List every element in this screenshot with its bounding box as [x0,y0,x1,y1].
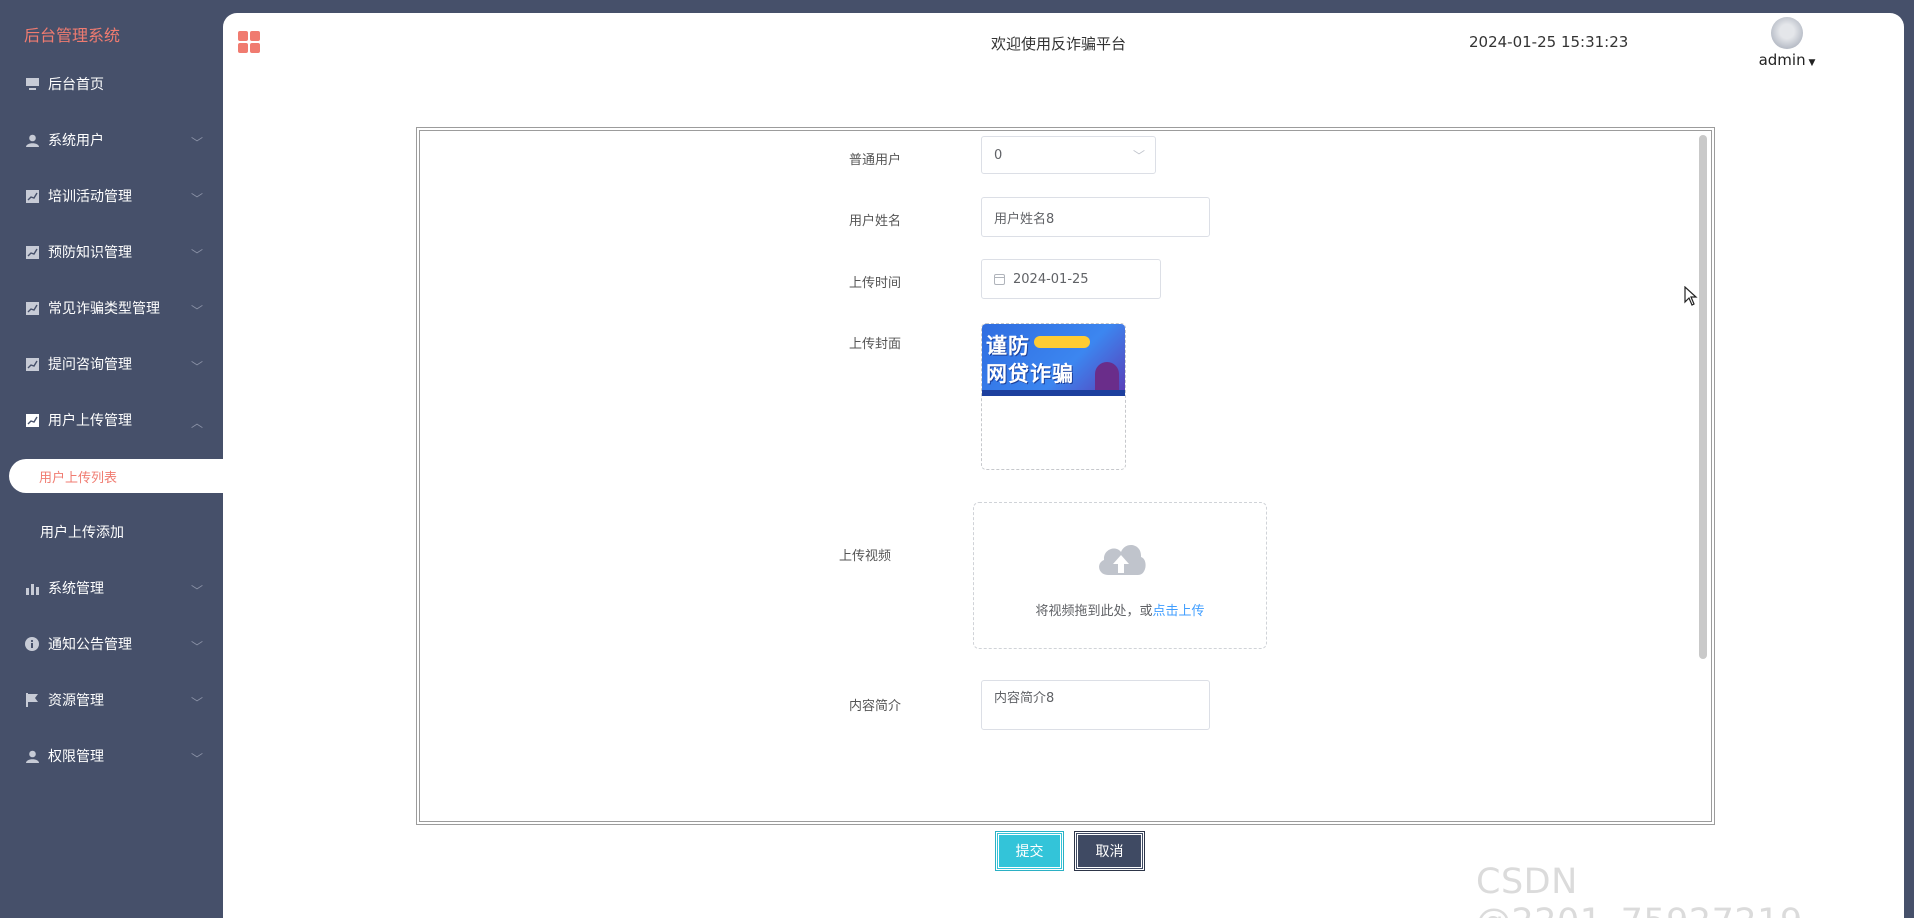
upload-hint: 将视频拖到此处，或点击上传 [974,600,1266,619]
sidebar-item-training[interactable]: 培训活动管理 ﹀ [0,168,223,224]
cover-upload[interactable]: 谨防 网贷诈骗 [981,323,1126,470]
user-name-input[interactable]: 用户姓名8 [981,197,1210,237]
sidebar-item-label: 提问咨询管理 [48,357,132,373]
click-upload-link[interactable]: 点击上传 [1153,604,1205,619]
upload-time-label: 上传时间 [848,276,901,291]
regular-user-value: 0 [994,147,1003,163]
submit-button[interactable]: 提交 [995,831,1064,871]
sidebar-subitem-upload-add[interactable]: 用户上传添加 [0,504,223,560]
sidebar-item-consultation[interactable]: 提问咨询管理 ﹀ [0,336,223,392]
sidebar-item-label: 系统用户 [48,133,104,149]
cover-title-line1: 谨防 [986,334,1030,358]
sidebar-item-prevention[interactable]: 预防知识管理 ﹀ [0,224,223,280]
cover-image: 谨防 网贷诈骗 [982,324,1125,396]
info-icon [24,636,40,652]
sidebar-item-permissions[interactable]: 权限管理 ﹀ [0,728,223,784]
calendar-icon [994,273,1005,285]
main-panel: 欢迎使用反诈骗平台 2024-01-25 15:31:23 admin ▼ 普通… [223,13,1904,918]
sidebar-item-fraud-types[interactable]: 常见诈骗类型管理 ﹀ [0,280,223,336]
sidebar-item-notices[interactable]: 通知公告管理 ﹀ [0,616,223,672]
video-label: 上传视频 [838,549,891,564]
sidebar-item-label: 通知公告管理 [48,637,132,653]
user-menu[interactable]: admin ▼ [1757,17,1817,69]
sidebar: 后台管理系统 后台首页 系统用户 ﹀ 培训活动管理 ﹀ 预防知识管理 ﹀ 常见诈… [0,0,223,918]
caret-down-icon: ▼ [1805,58,1816,68]
chevron-down-icon: ﹀ [190,304,203,318]
intro-textarea[interactable]: 内容简介8 [981,680,1210,730]
video-upload-dropzone[interactable]: 将视频拖到此处，或点击上传 [973,502,1267,649]
chart-icon [24,188,40,204]
welcome-text: 欢迎使用反诈骗平台 [991,35,1127,53]
sidebar-subitem-upload-list[interactable]: 用户上传列表 [9,459,223,493]
username[interactable]: admin ▼ [1757,51,1817,69]
chevron-down-icon: ﹀ [190,136,203,150]
upload-hint-text: 将视频拖到此处，或 [1035,604,1153,619]
sidebar-item-label: 后台首页 [48,77,104,93]
sidebar-item-label: 培训活动管理 [48,189,132,205]
cancel-button[interactable]: 取消 [1074,831,1145,871]
chevron-up-icon: ︿ [190,416,203,430]
menu-toggle-icon[interactable] [238,31,260,53]
scrollbar[interactable] [1699,135,1707,659]
cover-label: 上传封面 [848,337,901,352]
chevron-down-icon: ﹀ [190,360,203,374]
sidebar-item-label: 资源管理 [48,693,104,709]
chart-icon [24,244,40,260]
chevron-down-icon: ﹀ [190,640,203,654]
monitor-icon [24,76,40,92]
chevron-down-icon: ﹀ [190,696,203,710]
regular-user-label: 普通用户 [848,153,901,168]
sidebar-item-label: 用户上传管理 [48,413,132,429]
sidebar-item-system[interactable]: 系统管理 ﹀ [0,560,223,616]
regular-user-select[interactable]: 0 ﹀ [981,136,1156,174]
sidebar-item-user-upload[interactable]: 用户上传管理 ︿ [0,392,223,448]
watermark: CSDN @2201_75927219 [1476,862,1802,918]
flag-icon [24,692,40,708]
upload-time-value: 2024-01-25 [1013,271,1089,287]
username-label: admin [1758,51,1806,69]
mouse-cursor-icon [1684,285,1698,310]
cover-strip [982,390,1125,396]
chart-icon [24,412,40,428]
upload-time-picker[interactable]: 2024-01-25 [981,259,1161,299]
user-name-value: 用户姓名8 [994,211,1055,227]
chevron-down-icon: ﹀ [190,584,203,598]
chart-icon [24,300,40,316]
user-icon [24,132,40,148]
chart-icon [24,356,40,372]
brand-title: 后台管理系统 [24,26,121,45]
chevron-down-icon: ﹀ [190,752,203,766]
sidebar-item-home[interactable]: 后台首页 [0,56,223,112]
sidebar-item-resources[interactable]: 资源管理 ﹀ [0,672,223,728]
sidebar-item-label: 权限管理 [48,749,104,765]
chevron-down-icon: ﹀ [190,248,203,262]
cover-title-line2: 网贷诈骗 [986,362,1074,386]
cloud-upload-icon [1099,544,1146,575]
sidebar-item-label: 常见诈骗类型管理 [48,301,160,317]
sidebar-item-system-users[interactable]: 系统用户 ﹀ [0,112,223,168]
cover-tag [1034,336,1090,348]
chevron-down-icon: ﹀ [1132,148,1145,163]
form-frame: 普通用户 0 ﹀ 用户姓名 用户姓名8 上传时间 2024-01-25 上传封面… [416,127,1715,825]
chevron-down-icon: ﹀ [190,192,203,206]
user-name-label: 用户姓名 [848,214,901,229]
sidebar-item-label: 系统管理 [48,581,104,597]
intro-label: 内容简介 [848,699,901,714]
bar-chart-icon [24,580,40,596]
user-icon [24,748,40,764]
intro-value: 内容简介8 [994,691,1055,706]
avatar [1771,17,1803,49]
sidebar-menu: 后台首页 系统用户 ﹀ 培训活动管理 ﹀ 预防知识管理 ﹀ 常见诈骗类型管理 ﹀… [0,56,223,784]
sidebar-item-label: 预防知识管理 [48,245,132,261]
header-datetime: 2024-01-25 15:31:23 [1469,33,1629,51]
